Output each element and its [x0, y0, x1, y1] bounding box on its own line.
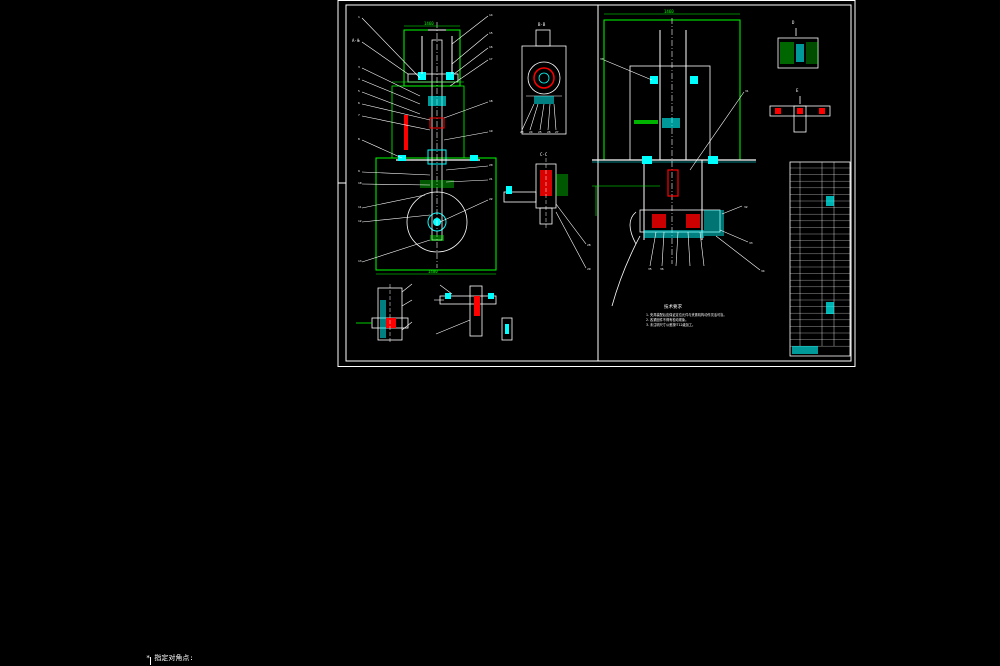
- right-main-view: 1460: [592, 9, 761, 307]
- svg-text:1460: 1460: [424, 21, 434, 26]
- part-callout: 25: [538, 130, 542, 134]
- part-callout: 28: [587, 243, 591, 247]
- notes-title: 技术要求: [664, 303, 682, 310]
- left-main-view: 1460 1400: [361, 15, 497, 275]
- part-callout: 2: [358, 39, 360, 43]
- part-callout: 6: [358, 101, 360, 105]
- part-callout: 29: [587, 267, 591, 271]
- part-callout: 32: [744, 205, 748, 209]
- section-label: C-C: [540, 152, 548, 157]
- part-callout: 12: [358, 219, 362, 223]
- center-section-view: [503, 158, 587, 269]
- part-callout: 20: [489, 163, 493, 167]
- part-callout: 7: [358, 113, 360, 117]
- part-callout: 16: [489, 45, 493, 49]
- part-callout: 3: [358, 65, 360, 69]
- note-line: 2. 各紧固件不得有松动现象。: [646, 317, 688, 322]
- part-callout: 30: [600, 57, 604, 61]
- part-callout: 36: [660, 267, 664, 271]
- part-callout: 21: [489, 177, 493, 181]
- part-callout: 34: [761, 269, 765, 273]
- part-callout: 15: [489, 31, 493, 35]
- part-callout: 14: [489, 13, 493, 17]
- part-callout: 24: [529, 130, 533, 134]
- part-callout: 27: [555, 130, 559, 134]
- technical-notes: 技术要求 1. 夹具装配后应保证定位元件与夹紧机构动作灵活可靠。 2. 各紧固件…: [646, 303, 727, 327]
- svg-text:1460: 1460: [664, 9, 674, 14]
- part-callout: 1: [358, 15, 360, 19]
- part-callout: 35: [648, 267, 652, 271]
- part-callout: 10: [358, 181, 362, 185]
- section-label: E: [796, 88, 799, 93]
- part-callout: 18: [489, 99, 493, 103]
- section-labels: A-A B-B C-C D E: [352, 20, 799, 157]
- cursor-mark: [150, 657, 151, 665]
- cad-drawing-canvas[interactable]: 1460 1400 1460 A-A B-B C-C D E 技术要求 1. 夹…: [0, 0, 1000, 666]
- part-callout: 5: [358, 89, 360, 93]
- part-callout: 4: [358, 77, 360, 81]
- part-callout: 22: [489, 197, 493, 201]
- drawing-frame: [337, 0, 856, 367]
- part-callout: 13: [358, 259, 362, 263]
- part-callout: 31: [745, 89, 749, 93]
- part-callout: 33: [749, 241, 753, 245]
- part-callout: 23: [520, 130, 524, 134]
- part-callout: 8: [358, 137, 360, 141]
- part-callout: 19: [489, 129, 493, 133]
- section-label: B-B: [538, 22, 546, 27]
- center-top-view: [521, 29, 567, 135]
- part-callout: 11: [358, 205, 362, 209]
- section-label: D: [792, 20, 795, 25]
- note-line: 3. 未注明尺寸公差按IT12级加工。: [646, 322, 695, 327]
- command-line: * 指定对角点:: [146, 654, 194, 662]
- part-callout: 17: [489, 57, 493, 61]
- detail-d: [777, 28, 819, 69]
- part-callout: 26: [547, 130, 551, 134]
- left-clamp-detail: [434, 284, 513, 341]
- detail-e: [769, 96, 831, 133]
- parts-list-table: [789, 161, 851, 357]
- part-callout: 9: [358, 169, 360, 173]
- svg-text:1400: 1400: [428, 269, 438, 274]
- left-bolt-detail: [356, 283, 413, 344]
- note-line: 1. 夹具装配后应保证定位元件与夹紧机构动作灵活可靠。: [646, 312, 727, 317]
